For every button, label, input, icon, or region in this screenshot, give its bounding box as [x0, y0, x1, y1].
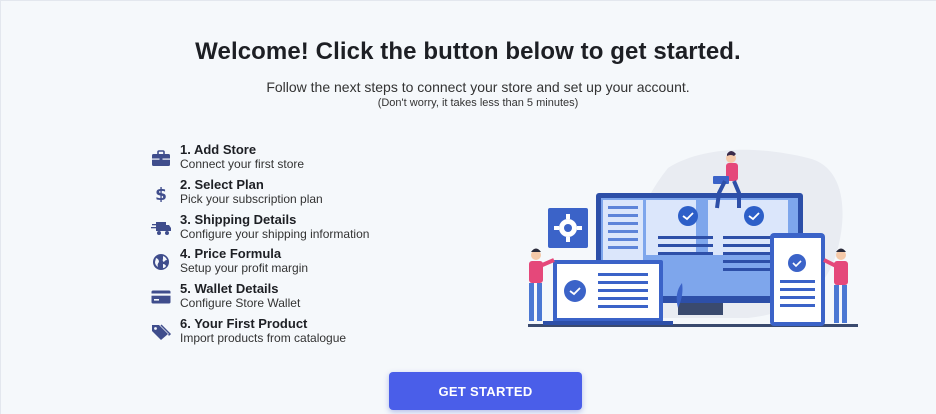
step-title: 1. Add Store: [180, 142, 257, 157]
time-note: (Don't worry, it takes less than 5 minut…: [377, 97, 579, 109]
step-title: 6. Your First Product: [180, 315, 308, 331]
tags-icon: [150, 322, 172, 342]
step-price-formula: 4. Price Formula Setup your profit margi…: [150, 246, 450, 281]
step-description: Setup your profit margin: [180, 261, 309, 276]
step-select-plan: $ 2. Select Plan Pick your subscription …: [150, 177, 450, 212]
setup-illustration: [528, 149, 858, 327]
step-title: 2. Select Plan: [180, 176, 264, 192]
truck-icon: [150, 218, 172, 238]
briefcase-icon: [150, 148, 172, 168]
svg-text:$: $: [155, 185, 167, 202]
get-started-button[interactable]: GET STARTED: [389, 372, 582, 410]
step-wallet-details: 5. Wallet Details Configure Store Wallet: [150, 281, 450, 316]
step-shipping-details: 3. Shipping Details Configure your shipp…: [150, 212, 450, 247]
dollar-icon: $: [150, 183, 172, 203]
credit-card-icon: [150, 287, 172, 307]
step-description: Pick your subscription plan: [180, 191, 323, 206]
step-description: Configure your shipping information: [180, 226, 370, 241]
step-description: Import products from catalogue: [180, 330, 347, 345]
globe-icon: [150, 252, 172, 272]
step-first-product: 6. Your First Product Import products fr…: [150, 316, 450, 351]
page-title: Welcome! Click the button below to get s…: [195, 38, 741, 65]
onboarding-steps-list: 1. Add Store Connect your first store $ …: [150, 142, 450, 351]
step-description: Connect your first store: [180, 157, 305, 171]
step-add-store: 1. Add Store Connect your first store: [150, 142, 450, 177]
step-title: 3. Shipping Details: [180, 211, 297, 227]
page-subtitle: Follow the next steps to connect your st…: [266, 79, 690, 95]
step-description: Configure Store Wallet: [180, 296, 301, 311]
step-title: 5. Wallet Details: [180, 281, 279, 297]
step-title: 4. Price Formula: [180, 246, 282, 262]
